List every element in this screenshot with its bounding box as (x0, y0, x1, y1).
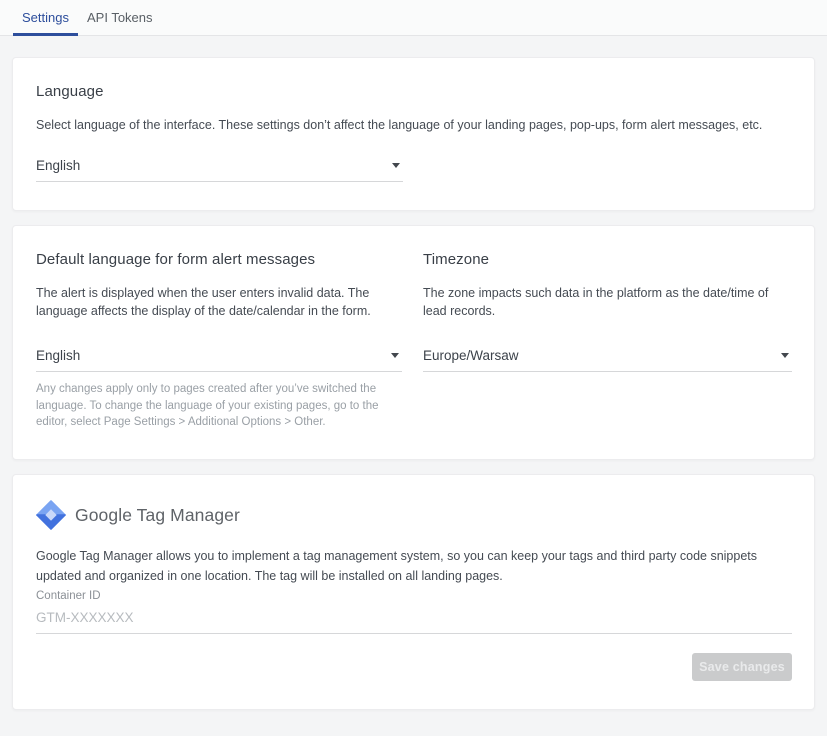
chevron-down-icon (781, 353, 789, 358)
chevron-down-icon (391, 353, 399, 358)
google-tag-manager-icon (36, 500, 66, 530)
gtm-logo: Google Tag Manager (36, 500, 792, 530)
timezone-select-value: Europe/Warsaw (423, 348, 519, 363)
language-card: Language Select language of the interfac… (12, 57, 815, 211)
gtm-description: Google Tag Manager allows you to impleme… (36, 547, 792, 586)
timezone-description: The zone impacts such data in the platfo… (423, 284, 792, 324)
container-id-label: Container ID (36, 590, 101, 602)
form-alert-language-description: The alert is displayed when the user ent… (36, 284, 402, 324)
language-card-title: Language (36, 83, 792, 100)
form-alert-language-select-value: English (36, 348, 80, 363)
container-id-input[interactable] (36, 604, 792, 634)
interface-language-select-value: English (36, 158, 80, 173)
language-card-description: Select language of the interface. These … (36, 116, 792, 134)
locale-card: Default language for form alert messages… (12, 225, 815, 460)
timezone-title: Timezone (423, 251, 792, 268)
gtm-card: Google Tag Manager Google Tag Manager al… (12, 474, 815, 710)
tab-api-tokens[interactable]: API Tokens (78, 0, 162, 35)
settings-content: Language Select language of the interfac… (0, 36, 827, 736)
tab-settings[interactable]: Settings (13, 0, 78, 35)
form-alert-language-select[interactable]: English (36, 348, 402, 372)
timezone-select[interactable]: Europe/Warsaw (423, 348, 792, 372)
form-alert-language-helper: Any changes apply only to pages created … (36, 381, 402, 431)
form-alert-language-title: Default language for form alert messages (36, 251, 402, 268)
form-alert-language-column: Default language for form alert messages… (36, 251, 402, 431)
settings-tabbar: Settings API Tokens (0, 0, 827, 36)
gtm-logo-text: Google Tag Manager (75, 505, 240, 526)
chevron-down-icon (392, 163, 400, 168)
interface-language-select[interactable]: English (36, 158, 403, 182)
timezone-column: Timezone The zone impacts such data in t… (423, 251, 792, 431)
